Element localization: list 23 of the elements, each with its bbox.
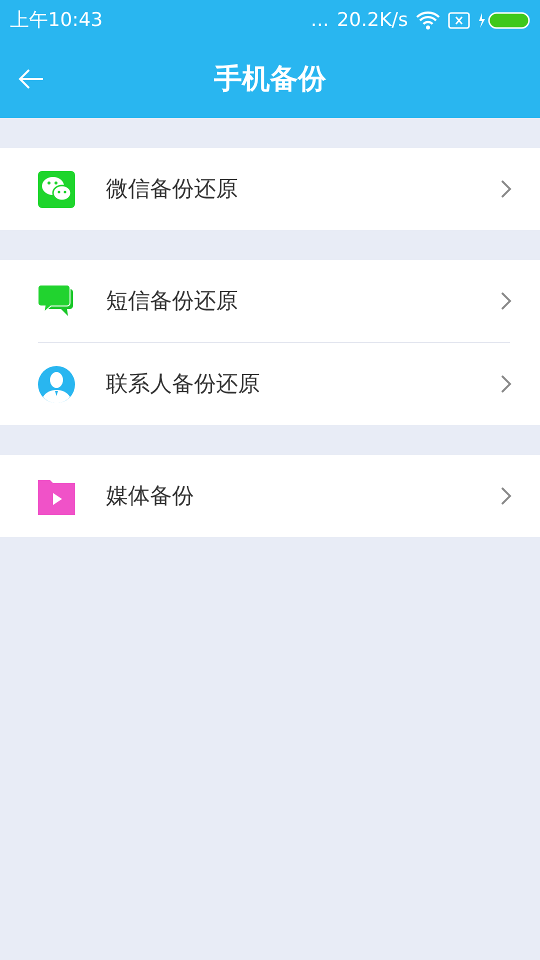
back-arrow-icon <box>18 68 44 90</box>
backup-option-row[interactable]: 微信备份还原 <box>0 148 540 230</box>
chevron-right-icon <box>500 486 512 506</box>
option-label: 微信备份还原 <box>106 176 239 204</box>
battery-icon <box>478 12 530 28</box>
chat-bubbles-icon <box>38 170 75 208</box>
chevron-right-icon <box>500 374 512 394</box>
wifi-icon <box>416 10 440 30</box>
person-icon <box>38 366 75 402</box>
backup-option-row[interactable]: 媒体备份 <box>0 455 540 537</box>
status-time: 上午10:43 <box>10 8 103 33</box>
chevron-right-icon <box>500 179 512 199</box>
network-speed: 20.2K/s <box>336 9 408 31</box>
video-folder-icon <box>38 478 75 514</box>
option-label: 媒体备份 <box>106 483 195 511</box>
option-label: 短信备份还原 <box>106 288 239 316</box>
chevron-right-icon <box>500 291 512 311</box>
page-title: 手机备份 <box>214 61 326 97</box>
backup-option-row[interactable]: 短信备份还原 <box>0 260 540 342</box>
option-label: 联系人备份还原 <box>106 371 261 399</box>
sim-icon <box>448 12 470 28</box>
status-dots: ... <box>310 9 329 31</box>
backup-option-row[interactable]: 联系人备份还原 <box>0 343 540 425</box>
